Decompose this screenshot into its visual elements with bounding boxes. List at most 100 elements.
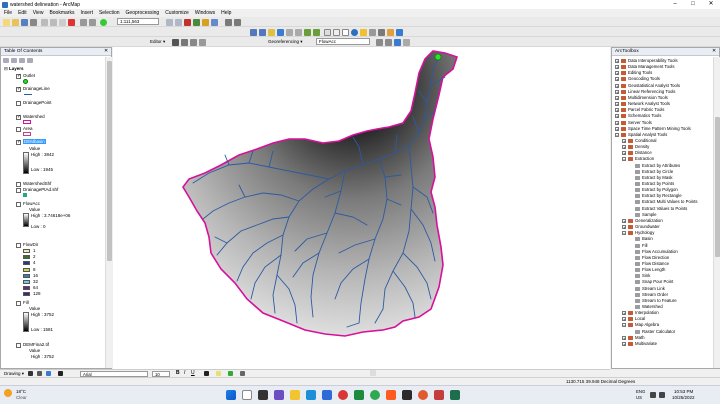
toolbox-tool[interactable]: Extract by Polygon — [642, 187, 678, 192]
forward-extent-icon[interactable] — [313, 28, 320, 36]
opera-icon[interactable] — [338, 390, 348, 400]
firefox-icon[interactable] — [418, 390, 428, 400]
select-elements-arrow-icon[interactable] — [28, 370, 33, 376]
toolbox-tool[interactable]: Sample — [642, 212, 657, 217]
list-by-selection-icon[interactable] — [27, 58, 33, 63]
tree-expander[interactable]: + — [622, 317, 626, 322]
straight-segment-icon[interactable] — [190, 38, 197, 46]
edit-tool-icon[interactable] — [172, 38, 179, 46]
list-by-source-icon[interactable] — [11, 58, 17, 63]
layer-drainageptad[interactable]: DrainagePtAd.shf — [23, 187, 58, 192]
toolbox-item[interactable]: Data Interoperability Tools — [628, 58, 678, 63]
delete-icon[interactable] — [68, 18, 75, 26]
list-by-drawing-order-icon[interactable] — [3, 58, 9, 63]
underline-icon[interactable]: U — [191, 370, 195, 376]
clock-date[interactable]: 10/25/2022 — [672, 395, 695, 400]
measure-icon[interactable] — [378, 28, 385, 36]
toolbox-item[interactable]: Parcel Fabric Tools — [628, 107, 664, 112]
chat-icon[interactable] — [274, 390, 284, 400]
toolbox-item[interactable]: Interpolation — [635, 310, 659, 315]
toolbox-scrollbar[interactable] — [713, 57, 720, 368]
dembasin-checkbox[interactable] — [16, 139, 21, 145]
layer-flowacc[interactable]: FlowAcc — [23, 201, 40, 206]
bold-icon[interactable]: B — [176, 370, 180, 376]
time-slider-icon[interactable] — [387, 28, 394, 36]
toolbox-item[interactable]: Extraction — [635, 156, 654, 161]
toolbox-tool[interactable]: Fill — [642, 243, 648, 248]
cut-icon[interactable] — [41, 18, 48, 26]
identify-icon[interactable] — [351, 28, 358, 36]
toolbox-item[interactable]: Editing Tools — [628, 70, 652, 75]
toolbox-item[interactable]: Math — [635, 335, 645, 340]
redo-icon[interactable] — [89, 18, 96, 26]
model-builder-icon[interactable] — [225, 18, 232, 26]
italic-icon[interactable]: I — [184, 370, 185, 376]
tree-expander[interactable]: + — [615, 126, 619, 131]
layer-drainagepoint[interactable]: DrainagePoint — [23, 100, 52, 105]
toolbox-item[interactable]: Map Algebra — [635, 322, 659, 327]
toolbox-item[interactable]: Density — [635, 144, 649, 149]
toolbox-tool[interactable]: Stream to Feature — [642, 298, 677, 303]
tree-expander[interactable]: + — [615, 71, 619, 76]
back-extent-icon[interactable] — [304, 28, 311, 36]
fixed-zoom-in-icon[interactable] — [286, 28, 293, 36]
outlet-checkbox[interactable] — [16, 73, 21, 79]
vlc-icon[interactable] — [386, 390, 396, 400]
toolbox-item[interactable]: Conditional — [635, 138, 657, 143]
search-taskbar-icon[interactable] — [242, 390, 252, 400]
toolbox-tool[interactable]: Flow Distance — [642, 261, 669, 266]
map-horizontal-scroll[interactable] — [370, 370, 376, 376]
menu-insert[interactable]: Insert — [80, 10, 93, 16]
tree-expander[interactable]: + — [615, 108, 619, 113]
toolbox-tool[interactable]: Extract by Rectangle — [642, 193, 682, 198]
menu-windows[interactable]: Windows — [195, 10, 215, 16]
tree-expander[interactable]: + — [622, 335, 626, 340]
tree-expander[interactable]: − — [622, 231, 626, 236]
word-icon[interactable] — [322, 390, 332, 400]
tree-expander[interactable]: + — [615, 83, 619, 88]
select-features-icon[interactable] — [324, 28, 331, 36]
flowacc-checkbox[interactable] — [16, 202, 21, 207]
toolbox-item[interactable]: Schematics Tools — [628, 113, 661, 118]
toolbox-item[interactable]: Geocoding Tools — [628, 76, 660, 81]
rectangle-tool-icon[interactable] — [46, 370, 51, 376]
toolbox-item[interactable]: Data Management Tools — [628, 64, 675, 69]
menu-view[interactable]: View — [33, 10, 44, 16]
toc-window-icon[interactable] — [175, 18, 182, 26]
minimize-button[interactable]: – — [666, 0, 684, 9]
arctoolbox-icon[interactable] — [184, 18, 191, 26]
outlet-point[interactable] — [434, 53, 442, 61]
layer-drainageline[interactable]: DrainageLine — [23, 86, 50, 91]
pdf-reader-icon[interactable] — [434, 390, 444, 400]
excel-icon[interactable] — [354, 390, 364, 400]
tree-expander[interactable]: + — [615, 77, 619, 82]
toolbox-tool[interactable]: Basin — [642, 236, 653, 241]
tree-expander[interactable]: + — [615, 102, 619, 107]
toolbox-app-icon[interactable] — [450, 390, 460, 400]
georeferencing-layer-select[interactable]: FlowAcc — [316, 38, 370, 45]
toolbox-tool[interactable]: Watershed — [642, 304, 663, 309]
menu-selection[interactable]: Selection — [99, 10, 120, 16]
tree-expander[interactable]: + — [622, 145, 626, 150]
tree-expander[interactable]: + — [622, 218, 626, 223]
editor-toolbar-icon[interactable] — [166, 18, 173, 26]
menu-file[interactable]: File — [4, 10, 12, 16]
tree-expander[interactable]: − — [615, 132, 619, 137]
help-icon[interactable] — [234, 18, 241, 26]
rotate-icon[interactable] — [376, 38, 383, 46]
new-document-icon[interactable] — [3, 18, 10, 26]
clear-selection-icon[interactable] — [333, 28, 340, 36]
toolbox-item[interactable]: Spatial Analyst Tools — [628, 132, 667, 137]
toolbox-tool[interactable]: Extract by Circle — [642, 169, 673, 174]
menu-bookmarks[interactable]: Bookmarks — [49, 10, 74, 16]
menu-edit[interactable]: Edit — [18, 10, 27, 16]
toolbox-item[interactable]: Space Time Pattern Mining Tools — [628, 126, 691, 131]
toolbox-tool[interactable]: Snap Pour Point — [642, 279, 673, 284]
drainageptad-checkbox[interactable] — [16, 188, 21, 193]
tree-expander[interactable]: − — [622, 157, 626, 162]
map-view[interactable] — [113, 47, 610, 369]
map-scale-input[interactable]: 1:111,563 — [117, 18, 159, 25]
toolbox-tool[interactable]: Extract by Mask — [642, 175, 673, 180]
undo-icon[interactable] — [80, 18, 87, 26]
wifi-icon[interactable] — [650, 392, 656, 398]
